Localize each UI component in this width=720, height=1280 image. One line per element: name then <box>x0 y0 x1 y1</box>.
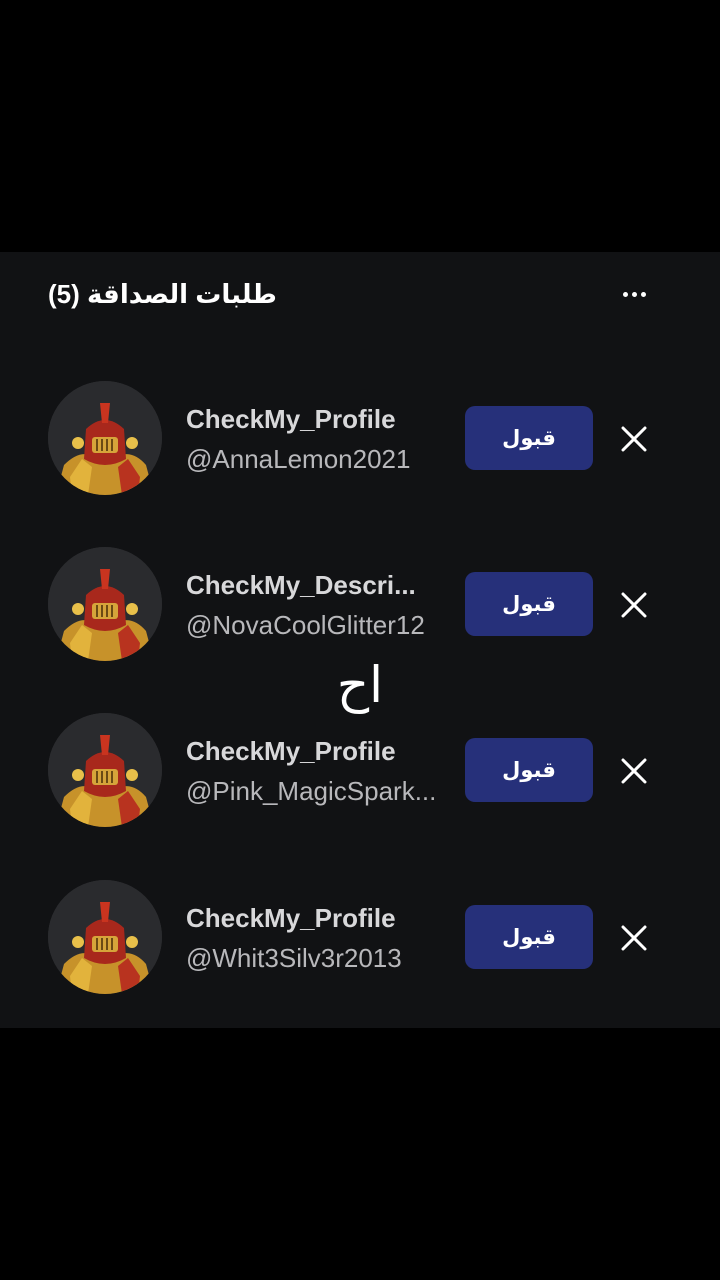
close-icon <box>621 758 647 784</box>
more-options-button[interactable] <box>620 280 648 308</box>
username[interactable]: @Pink_MagicSpark... <box>186 773 448 809</box>
username[interactable]: @AnnaLemon2021 <box>186 441 448 477</box>
request-names: CheckMy_Profile @AnnaLemon2021 <box>186 401 448 477</box>
avatar[interactable] <box>48 880 162 994</box>
request-names: CheckMy_Profile @Pink_MagicSpark... <box>186 733 448 809</box>
close-icon <box>621 925 647 951</box>
username[interactable]: @NovaCoolGlitter12 <box>186 607 448 643</box>
friend-request-row: CheckMy_Profile @AnnaLemon2021 قبول <box>48 381 672 497</box>
page-title: طلبات الصداقة (5) <box>48 279 277 309</box>
decline-button[interactable] <box>616 590 652 620</box>
request-names: CheckMy_Profile @Whit3Silv3r2013 <box>186 900 448 976</box>
decline-button[interactable] <box>616 923 652 953</box>
username[interactable]: @Whit3Silv3r2013 <box>186 940 448 976</box>
knight-avatar-icon <box>48 713 162 827</box>
avatar[interactable] <box>48 547 162 661</box>
decline-button[interactable] <box>616 756 652 786</box>
display-name[interactable]: CheckMy_Profile <box>186 401 448 437</box>
avatar[interactable] <box>48 381 162 495</box>
display-name[interactable]: CheckMy_Profile <box>186 733 448 769</box>
knight-avatar-icon <box>48 381 162 495</box>
close-icon <box>621 426 647 452</box>
accept-button[interactable]: قبول <box>465 738 593 802</box>
avatar[interactable] <box>48 713 162 827</box>
close-icon <box>621 592 647 618</box>
more-horizontal-icon <box>622 291 628 297</box>
friend-request-row: CheckMy_Profile @Whit3Silv3r2013 قبول <box>48 880 672 996</box>
friend-request-row: CheckMy_Profile @Pink_MagicSpark... قبول <box>48 713 672 829</box>
accept-button[interactable]: قبول <box>465 905 593 969</box>
knight-avatar-icon <box>48 547 162 661</box>
request-names: CheckMy_Descri... @NovaCoolGlitter12 <box>186 567 448 643</box>
display-name[interactable]: CheckMy_Descri... <box>186 567 448 603</box>
accept-button[interactable]: قبول <box>465 572 593 636</box>
knight-avatar-icon <box>48 880 162 994</box>
friend-request-row: CheckMy_Descri... @NovaCoolGlitter12 قبو… <box>48 547 672 663</box>
overlay-caption: اح <box>336 657 384 713</box>
accept-button[interactable]: قبول <box>465 406 593 470</box>
display-name[interactable]: CheckMy_Profile <box>186 900 448 936</box>
panel-header: طلبات الصداقة (5) <box>48 276 672 312</box>
decline-button[interactable] <box>616 424 652 454</box>
